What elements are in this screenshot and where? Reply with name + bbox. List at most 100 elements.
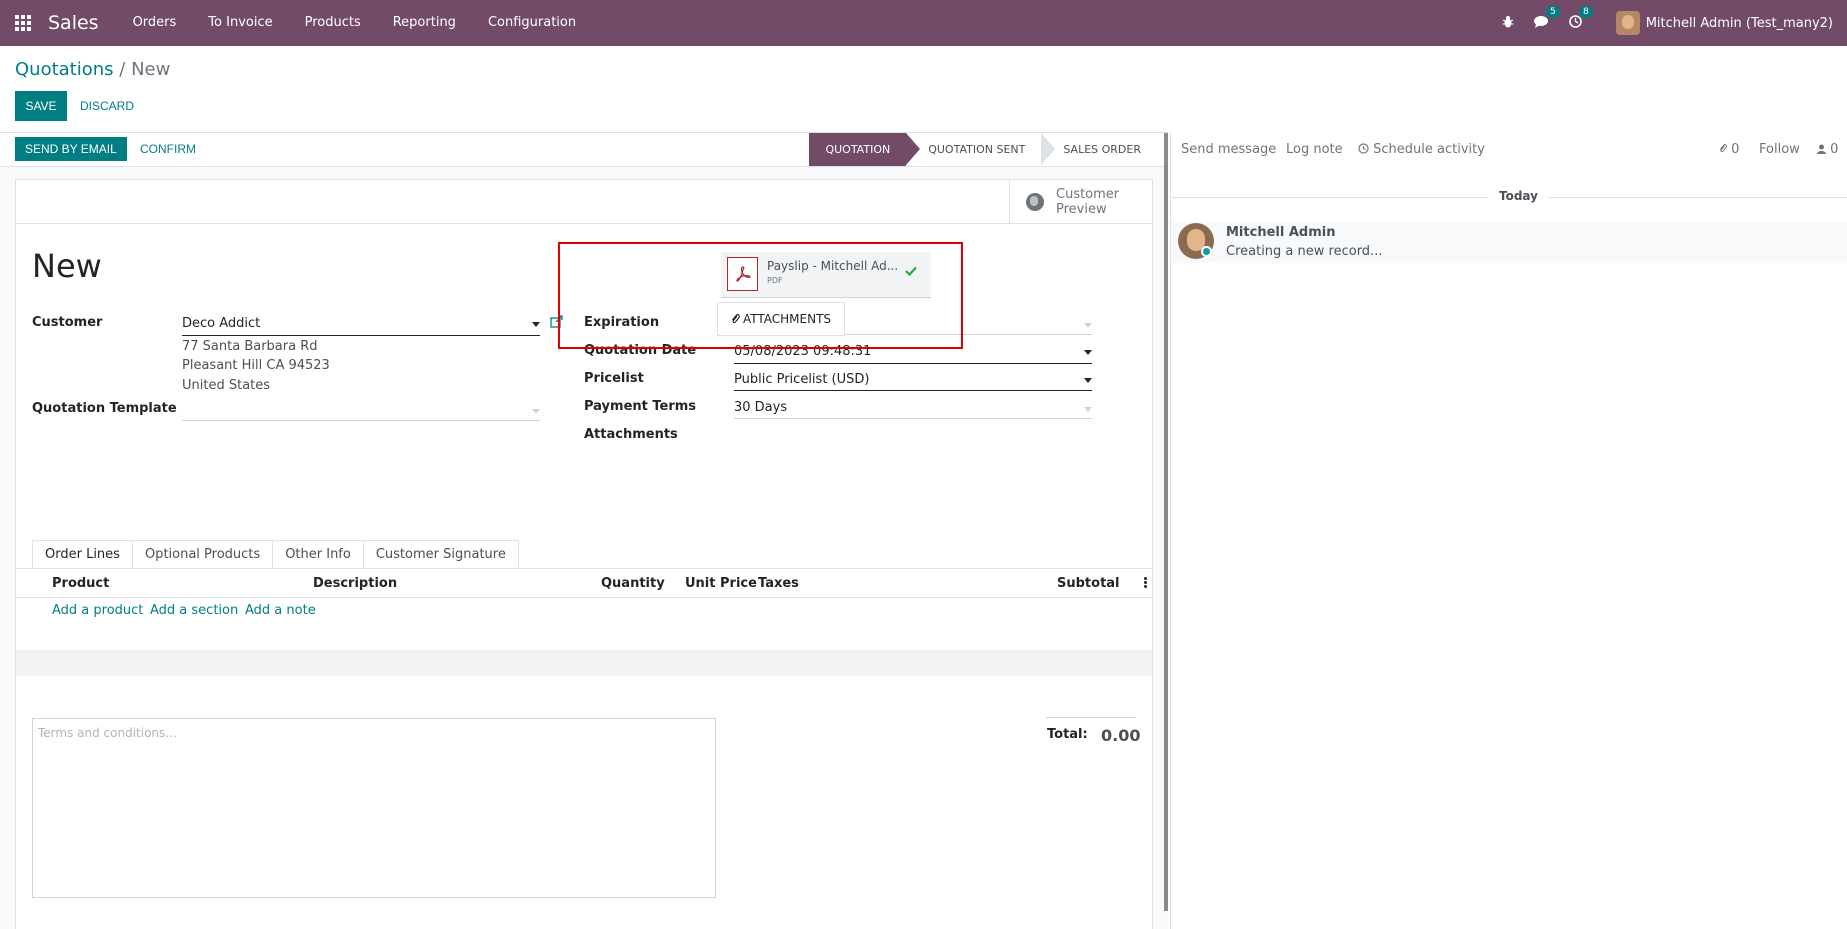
total-value: 0.00 — [1101, 726, 1141, 745]
user-menu[interactable]: Mitchell Admin (Test_many2) — [1615, 11, 1833, 35]
quotation-template-label: Quotation Template — [32, 401, 177, 416]
menu-orders[interactable]: Orders — [117, 0, 193, 46]
order-lines-header: Product Description Quantity Unit Price … — [16, 569, 1152, 598]
clock-icon — [1358, 142, 1373, 157]
bug-icon[interactable] — [1502, 15, 1514, 32]
attachments-count: 0 — [1731, 142, 1740, 157]
payment-terms-caret[interactable] — [1084, 407, 1092, 412]
payment-terms-field[interactable]: 30 Days — [734, 400, 787, 415]
confirm-button[interactable]: CONFIRM — [134, 137, 202, 161]
log-note-button[interactable]: Log note — [1286, 142, 1343, 157]
stage-sales-order[interactable]: SALES ORDER — [1041, 133, 1157, 166]
notebook-tabs: Order Lines Optional Products Other Info… — [32, 540, 519, 569]
quotation-template-underline — [182, 420, 540, 421]
chatter-topbar: Send message Log note Schedule activity … — [1171, 133, 1847, 167]
pricelist-underline — [734, 390, 1092, 391]
user-icon — [1817, 142, 1830, 157]
customer-address-line2: Pleasant Hill CA 94523 — [182, 358, 330, 373]
customer-address-line3: United States — [182, 378, 271, 393]
total-divider — [1046, 717, 1136, 718]
column-taxes[interactable]: Taxes — [758, 576, 799, 591]
form-scrollbar[interactable] — [1164, 133, 1168, 911]
send-message-button[interactable]: Send message — [1181, 142, 1276, 157]
tab-optional-products[interactable]: Optional Products — [132, 540, 274, 569]
schedule-activity-label: Schedule activity — [1373, 142, 1485, 157]
chat-icon[interactable]: 5 — [1533, 5, 1560, 32]
top-navbar: Sales Orders To Invoice Products Reporti… — [0, 0, 1847, 46]
pricelist-field[interactable]: Public Pricelist (USD) — [734, 372, 869, 387]
form-statusbar: SEND BY EMAIL CONFIRM QUOTATION QUOTATIO… — [0, 133, 1168, 167]
add-note-link[interactable]: Add a note — [245, 603, 316, 618]
message-author[interactable]: Mitchell Admin — [1226, 225, 1335, 240]
customer-label: Customer — [32, 315, 103, 330]
attachments-count-button[interactable]: 0 — [1719, 142, 1739, 157]
online-status-icon — [1201, 246, 1212, 257]
customer-field[interactable]: Deco Addict — [182, 316, 260, 331]
breadcrumb: Quotations / New — [15, 59, 170, 80]
smart-button-box: Customer Preview — [16, 180, 1152, 224]
add-line-row: Add a product Add a section Add a note — [16, 598, 1152, 624]
discard-button[interactable]: DISCARD — [70, 91, 144, 121]
empty-row — [16, 624, 1152, 650]
quotation-template-caret[interactable] — [532, 409, 540, 414]
followers-count: 0 — [1830, 142, 1839, 157]
terms-placeholder: Terms and conditions... — [38, 726, 177, 740]
date-separator: Today — [1489, 189, 1548, 203]
chatter-panel: Send message Log note Schedule activity … — [1170, 133, 1847, 929]
column-subtotal[interactable]: Subtotal — [1057, 576, 1120, 591]
quotation-date-caret[interactable] — [1084, 350, 1092, 355]
user-name: Mitchell Admin (Test_many2) — [1645, 15, 1833, 31]
breadcrumb-separator: / — [119, 59, 126, 80]
stage-pipeline: QUOTATION QUOTATION SENT SALES ORDER — [809, 133, 1157, 166]
add-product-link[interactable]: Add a product — [52, 603, 143, 618]
messages-badge: 5 — [1545, 5, 1560, 18]
activities-badge: 8 — [1578, 5, 1593, 18]
customer-preview-label-2: Preview — [1056, 202, 1107, 217]
customer-preview-button[interactable]: Customer Preview — [1009, 180, 1152, 224]
chatter-message: Mitchell Admin Creating a new record... — [1171, 222, 1847, 263]
column-quantity[interactable]: Quantity — [601, 576, 665, 591]
tab-other-info[interactable]: Other Info — [273, 540, 364, 569]
expiration-caret[interactable] — [1084, 323, 1092, 328]
record-title: New — [32, 247, 102, 285]
stage-quotation-sent[interactable]: QUOTATION SENT — [906, 133, 1056, 166]
terms-and-conditions-field[interactable]: Terms and conditions... — [32, 718, 716, 898]
attachments-label: Attachments — [584, 427, 678, 442]
customer-preview-label-1: Customer — [1056, 187, 1120, 202]
systray: 5 8 Mitchell Admin (Test_many2) — [1492, 0, 1833, 46]
message-body: Creating a new record... — [1226, 244, 1383, 259]
save-button[interactable]: SAVE — [15, 91, 67, 121]
send-by-email-button[interactable]: SEND BY EMAIL — [15, 137, 127, 161]
globe-icon — [1026, 193, 1044, 211]
optional-columns-icon[interactable] — [1144, 577, 1147, 589]
user-avatar — [1615, 11, 1640, 35]
column-product[interactable]: Product — [52, 576, 109, 591]
menu-configuration[interactable]: Configuration — [472, 0, 592, 46]
menu-products[interactable]: Products — [289, 0, 377, 46]
tab-customer-signature[interactable]: Customer Signature — [363, 540, 519, 569]
total-label: Total: — [1047, 727, 1088, 742]
quotation-date-underline — [734, 363, 1092, 364]
payment-terms-label: Payment Terms — [584, 399, 697, 414]
menu-to-invoice[interactable]: To Invoice — [192, 0, 288, 46]
tab-order-lines[interactable]: Order Lines — [32, 540, 133, 569]
app-name[interactable]: Sales — [48, 12, 99, 34]
column-unit-price[interactable]: Unit Price — [685, 576, 757, 591]
add-section-link[interactable]: Add a section — [150, 603, 238, 618]
clock-icon[interactable]: 8 — [1568, 5, 1593, 32]
breadcrumb-quotations[interactable]: Quotations — [15, 59, 114, 80]
follow-button[interactable]: Follow — [1759, 142, 1800, 157]
followers-button[interactable]: 0 — [1817, 142, 1838, 157]
menu-reporting[interactable]: Reporting — [377, 0, 472, 46]
column-description[interactable]: Description — [313, 576, 397, 591]
paperclip-icon — [1719, 142, 1731, 157]
customer-dropdown-caret[interactable] — [532, 322, 540, 327]
apps-grid-icon[interactable] — [0, 0, 46, 46]
breadcrumb-current: New — [131, 59, 171, 80]
attachments-highlight-box — [558, 242, 963, 349]
stage-quotation[interactable]: QUOTATION — [809, 133, 920, 166]
customer-address-line1: 77 Santa Barbara Rd — [182, 339, 318, 354]
schedule-activity-button[interactable]: Schedule activity — [1358, 142, 1485, 157]
empty-row — [16, 650, 1152, 676]
pricelist-caret[interactable] — [1084, 378, 1092, 383]
